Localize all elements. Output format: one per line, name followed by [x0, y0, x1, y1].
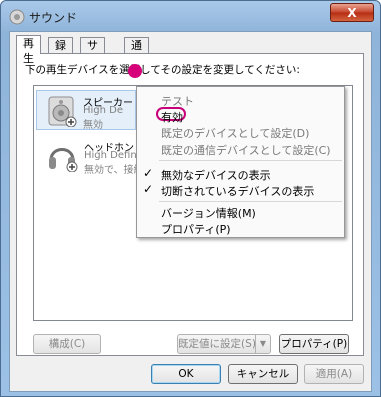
properties-button[interactable]: プロパティ(P) — [279, 334, 349, 354]
menu-item-show-disconnected[interactable]: 切断されているデバイスの表示 — [161, 183, 314, 199]
apply-button[interactable]: 適用(A) — [304, 364, 364, 384]
device-status: 無効 — [83, 120, 103, 131]
cursor-marker — [128, 64, 142, 78]
speaker-app-icon — [9, 9, 25, 25]
speaker-icon — [48, 96, 77, 127]
configure-button[interactable]: 構成(C) — [33, 334, 101, 354]
menu-separator — [159, 160, 342, 161]
window-title: サウンド — [29, 11, 78, 25]
instruction-text: 下の再生デバイスを選択してその設定を変更してください: — [25, 64, 300, 76]
headphones-icon — [49, 148, 78, 172]
device-driver: High De — [83, 105, 124, 116]
cancel-button[interactable]: キャンセル — [228, 364, 298, 384]
tab-playback[interactable]: 再生 — [16, 35, 41, 65]
chevron-down-icon[interactable]: ▼ — [255, 335, 270, 353]
device-item-speaker[interactable]: スピーカー High De 無効 — [36, 90, 136, 131]
set-default-split-button[interactable]: 既定値に設定(S) ▼ — [177, 334, 271, 354]
title-bar[interactable]: サウンド X — [1, 1, 380, 31]
tab-recording[interactable]: 録音 — [48, 37, 73, 67]
menu-item-show-disabled[interactable]: 無効なデバイスの表示 — [161, 167, 271, 183]
close-icon: X — [347, 6, 357, 20]
tab-communications[interactable]: 通信 — [124, 37, 149, 67]
menu-item-enable[interactable]: 有効 — [161, 109, 183, 125]
set-default-label: 既定値に設定(S) — [178, 338, 256, 350]
menu-separator — [159, 201, 342, 202]
tab-sounds[interactable]: サウンド — [80, 37, 105, 97]
menu-item-set-default[interactable]: 既定のデバイスとして設定(D) — [161, 125, 309, 141]
ok-button[interactable]: OK — [151, 364, 221, 384]
menu-item-set-default-comm[interactable]: 既定の通信デバイスとして設定(C) — [161, 142, 331, 158]
close-button[interactable]: X — [330, 3, 374, 22]
menu-item-properties[interactable]: プロパティ(P) — [161, 221, 231, 237]
checkmark-icon: ✓ — [143, 166, 154, 180]
context-menu: テスト 有効 既定のデバイスとして設定(D) 既定の通信デバイスとして設定(C)… — [136, 86, 345, 238]
menu-item-about[interactable]: バージョン情報(M) — [161, 205, 256, 221]
checkmark-icon: ✓ — [143, 182, 154, 196]
